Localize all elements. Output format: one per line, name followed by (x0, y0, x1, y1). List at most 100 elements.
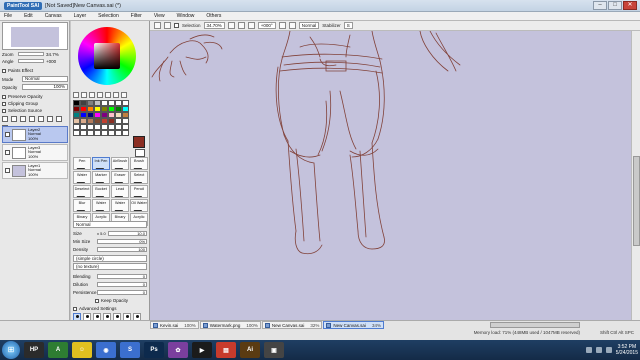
menu-selection[interactable]: Selection (94, 13, 127, 19)
menu-view[interactable]: View (150, 13, 173, 19)
taskbar-app-icon[interactable]: ☺ (72, 342, 92, 358)
taskbar-app-icon[interactable]: Ps (144, 342, 164, 358)
brush-mode-select[interactable]: Normal (73, 221, 147, 228)
color-swatch[interactable] (101, 130, 108, 136)
tool-eraser[interactable]: Eraser (111, 171, 129, 184)
layer-row[interactable]: Layer1 Normal 100% (2, 162, 68, 179)
minimize-button[interactable]: – (593, 1, 607, 10)
keep-opacity-row[interactable]: Keep Opacity (95, 298, 128, 303)
keep-opacity-checkbox[interactable] (95, 298, 99, 303)
swatches-mode-icon[interactable] (105, 92, 111, 98)
color-swatch[interactable] (108, 130, 115, 136)
flip-icon[interactable] (288, 22, 296, 29)
color-wheel[interactable] (78, 27, 136, 85)
color-swatch[interactable] (73, 130, 80, 136)
drawing-canvas[interactable] (150, 31, 631, 320)
layer-visibility-icon[interactable] (5, 150, 10, 155)
tool-water[interactable]: Water (111, 199, 129, 212)
merge-down-icon[interactable] (47, 116, 53, 122)
copy-layer-icon[interactable] (29, 116, 35, 122)
taskbar-app-icon[interactable]: ▤ (216, 342, 236, 358)
document-tab[interactable]: New Canvas.sai 34% (323, 321, 384, 329)
color-swatch[interactable] (94, 130, 101, 136)
clipping-group-checkbox[interactable] (2, 101, 6, 106)
maximize-button[interactable]: □ (608, 1, 622, 10)
stabilizer-select[interactable]: S (343, 22, 353, 29)
network-icon[interactable] (585, 347, 592, 353)
hsv-slider-mode-icon[interactable] (89, 92, 95, 98)
document-tab[interactable]: Watermark.png 100% (199, 321, 261, 329)
document-tab[interactable]: Kevin.sai 100% (150, 321, 199, 329)
layer-row[interactable]: Layer3 Normal 100% (2, 144, 68, 161)
layer-mode-select[interactable]: Normal (22, 76, 68, 82)
tool-marker[interactable]: Marker (92, 171, 110, 184)
tool-pencil[interactable]: Pencil (130, 185, 148, 198)
tool-water[interactable]: Water (73, 171, 91, 184)
brush-size-slider[interactable]: 10.0 (107, 231, 147, 236)
brush-texture-select[interactable]: (no texture) (73, 263, 147, 270)
foreground-color[interactable] (133, 136, 145, 148)
color-swatch[interactable] (115, 130, 122, 136)
menu-edit[interactable]: Edit (20, 13, 41, 19)
canvas-vertical-scrollbar[interactable] (631, 31, 640, 320)
layer-visibility-icon[interactable] (5, 168, 10, 173)
selection-checkbox[interactable] (174, 23, 179, 28)
rgb-slider-mode-icon[interactable] (81, 92, 87, 98)
paper-effect-row[interactable]: Paints Effect (2, 68, 33, 73)
start-button[interactable]: ⊞ (2, 341, 20, 359)
brush-size-multiplier[interactable]: x 5.0 (97, 231, 106, 236)
layer-row[interactable]: Layer2 Normal 100% (2, 126, 68, 143)
color-mixer-mode-icon[interactable] (97, 92, 103, 98)
zoom-out-icon[interactable] (164, 22, 171, 29)
advanced-settings-checkbox[interactable] (73, 306, 77, 311)
zoom-reset-icon[interactable] (237, 22, 245, 29)
zoom-field[interactable]: 34.70% (203, 22, 225, 29)
tool-brush[interactable]: Brush (130, 157, 148, 170)
menu-filter[interactable]: Filter (127, 13, 150, 19)
layer-opacity-slider[interactable]: 100% (22, 84, 68, 90)
color-swatch[interactable] (87, 130, 94, 136)
preserve-opacity-checkbox[interactable] (2, 94, 6, 99)
new-folder-icon[interactable] (20, 116, 26, 122)
taskbar-app-icon[interactable]: Ai (240, 342, 260, 358)
navigator-toggle-icon[interactable] (154, 22, 161, 29)
advanced-settings-row[interactable]: Advanced Settings (73, 306, 117, 311)
new-layer-icon[interactable] (2, 116, 8, 122)
tool-ink-pen[interactable]: Ink Pen (92, 157, 110, 170)
tool-blur[interactable]: Blur (73, 199, 91, 212)
rotate-right-icon[interactable] (278, 22, 286, 29)
tool-pen[interactable]: Pen (73, 157, 91, 170)
brush-dilution-slider[interactable]: 0 (97, 282, 147, 287)
canvas-horizontal-scrollbar[interactable] (490, 322, 580, 328)
rotate-left-icon[interactable] (247, 22, 255, 29)
navigator-angle-slider[interactable] (18, 59, 44, 63)
close-button[interactable]: ✕ (623, 1, 637, 10)
brush-minsize-slider[interactable]: 0% (97, 239, 147, 244)
menu-canvas[interactable]: Canvas (41, 13, 70, 19)
taskbar-app-icon[interactable]: ▶ (192, 342, 212, 358)
settings-icon[interactable] (121, 92, 127, 98)
paper-effect-checkbox[interactable] (2, 68, 6, 73)
taskbar-app-icon[interactable]: HP (24, 342, 44, 358)
tool-bucket[interactable]: Bucket (92, 185, 110, 198)
tool-lead[interactable]: Lead (111, 185, 129, 198)
tool-select[interactable]: Select (130, 171, 148, 184)
menu-others[interactable]: Others (202, 13, 229, 19)
color-wheel-mode-icon[interactable] (73, 92, 79, 98)
brush-persistence-slider[interactable]: 0 (97, 290, 147, 295)
blend-mode-select[interactable]: Normal (298, 22, 320, 29)
menu-file[interactable]: File (0, 13, 20, 19)
vertical-scroll-thumb[interactable] (633, 156, 640, 246)
brush-shape-select[interactable]: (simple circle) (73, 255, 147, 262)
brush-density-slider[interactable]: 100 (97, 247, 147, 252)
layer-visibility-icon[interactable] (5, 132, 10, 137)
menu-window[interactable]: Window (173, 13, 203, 19)
selection-source-row[interactable]: Selection Source (2, 108, 42, 113)
volume-icon[interactable] (595, 347, 602, 353)
navigator-zoom-slider[interactable] (18, 52, 44, 56)
new-linework-layer-icon[interactable] (11, 116, 17, 122)
taskbar-app-icon[interactable]: ◉ (96, 342, 116, 358)
color-sv-square[interactable] (94, 43, 120, 69)
scratchpad-mode-icon[interactable] (113, 92, 119, 98)
clear-layer-icon[interactable] (38, 116, 44, 122)
